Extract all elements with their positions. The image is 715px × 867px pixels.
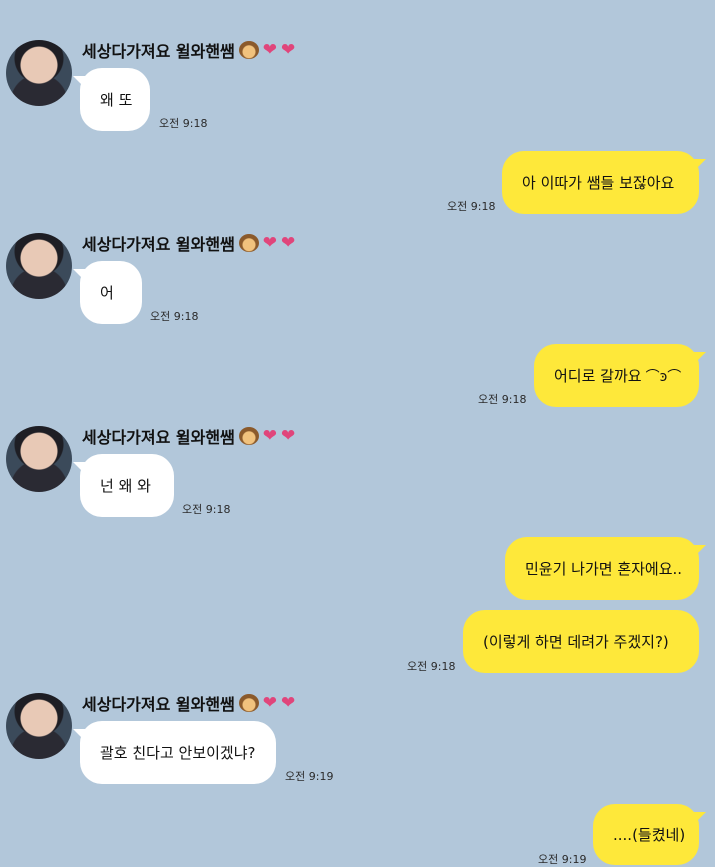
message-bubble-outgoing[interactable]: (이렇게 하면 데려가 주겠지?) <box>463 610 699 673</box>
message-time: 오전 9:18 <box>407 660 456 673</box>
sender-name-row: 세상다가져요 윌와핸쌤 ❤ ❤ <box>82 692 295 714</box>
message-text: 괄호 친다고 안보이겠냐? <box>100 744 256 762</box>
message-time: 오전 9:19 <box>285 770 334 783</box>
message-bubble-outgoing[interactable]: 민윤기 나가면 혼자에요.. <box>505 537 706 600</box>
message-time: 오전 9:18 <box>478 393 527 406</box>
sender-name-row: 세상다가져요 윌와핸쌤 ❤ ❤ <box>82 425 295 447</box>
message-text: (이렇게 하면 데려가 주겠지?) <box>483 633 669 651</box>
heart-icon: ❤ <box>262 39 278 60</box>
message-text: 어 <box>100 284 114 302</box>
sender-name: 세상다가져요 윌와핸쌤 <box>82 235 235 254</box>
message-time: 오전 9:18 <box>182 503 231 516</box>
message-bubble-incoming[interactable]: 괄호 친다고 안보이겠냐? <box>73 721 276 784</box>
message-time: 오전 9:18 <box>150 310 199 323</box>
message-text: ....(들켰네) <box>613 826 686 844</box>
heart-icon: ❤ <box>281 692 296 713</box>
monkey-icon <box>238 694 259 712</box>
sender-name-row: 세상다가져요 윌와핸쌤 ❤ ❤ <box>82 39 295 61</box>
heart-icon: ❤ <box>281 232 296 253</box>
message-bubble-incoming[interactable]: 넌 왜 와 <box>73 454 174 517</box>
heart-icon: ❤ <box>262 425 278 446</box>
message-bubble-outgoing[interactable]: 어디로 갈까요 ⌒ͽ⌒ <box>534 344 706 407</box>
avatar[interactable] <box>6 40 72 106</box>
sender-name: 세상다가져요 윌와핸쌤 <box>82 42 235 61</box>
sender-name: 세상다가져요 윌와핸쌤 <box>82 695 235 714</box>
monkey-icon <box>238 234 259 252</box>
heart-icon: ❤ <box>281 39 296 60</box>
monkey-icon <box>238 41 259 59</box>
message-text: 왜 또 <box>100 91 133 109</box>
heart-icon: ❤ <box>262 232 278 253</box>
heart-icon: ❤ <box>262 692 278 713</box>
message-time: 오전 9:18 <box>447 200 496 213</box>
avatar[interactable] <box>6 693 72 759</box>
message-text: 민윤기 나가면 혼자에요.. <box>525 560 683 578</box>
sender-name: 세상다가져요 윌와핸쌤 <box>82 428 235 447</box>
message-text: 아 이따가 쌤들 보잖아요 <box>522 174 675 192</box>
message-bubble-outgoing[interactable]: 아 이따가 쌤들 보잖아요 <box>502 151 706 214</box>
message-bubble-incoming[interactable]: 어 <box>73 261 142 324</box>
swirl-doodle-icon: ⌒ͽ⌒ <box>645 368 682 385</box>
message-time: 오전 9:18 <box>159 117 208 130</box>
message-text: 어디로 갈까요 <box>554 367 642 385</box>
sender-name-row: 세상다가져요 윌와핸쌤 ❤ ❤ <box>82 232 295 254</box>
avatar[interactable] <box>6 426 72 492</box>
message-text: 넌 왜 와 <box>100 477 151 495</box>
message-bubble-outgoing[interactable]: ....(들켰네) <box>593 804 706 865</box>
heart-icon: ❤ <box>281 425 296 446</box>
message-bubble-incoming[interactable]: 왜 또 <box>73 68 150 131</box>
monkey-icon <box>238 427 259 445</box>
avatar[interactable] <box>6 233 72 299</box>
